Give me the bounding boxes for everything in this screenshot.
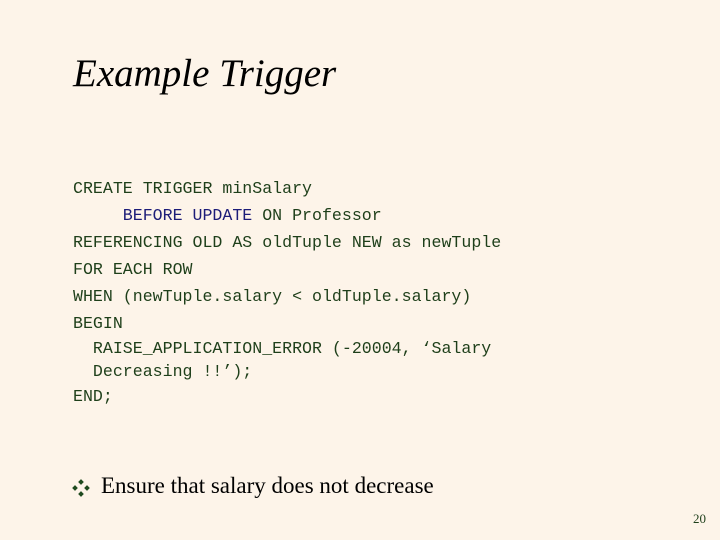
page-number: 20 [693,511,706,526]
code-line: CREATE TRIGGER minSalary [73,179,312,198]
code-line: FOR EACH ROW [73,260,193,279]
code-text: ON Professor [252,206,382,225]
code-line: REFERENCING OLD AS oldTuple NEW as newTu… [73,233,502,252]
code-line: BEFORE UPDATE ON Professor [73,202,501,229]
diamond-bullet-icon [72,479,90,497]
code-keyword-highlight: BEFORE UPDATE [122,206,253,225]
bullet-item: Ensure that salary does not decrease [72,473,434,499]
code-line: BEGIN [73,314,123,333]
code-line: WHEN (newTuple.salary < oldTuple.salary) [73,287,472,306]
slide-title: Example Trigger [73,52,337,95]
code-line: Decreasing !!’); [73,362,253,381]
sql-code-block: CREATE TRIGGER minSalary BEFORE UPDATE O… [73,175,501,410]
code-line: RAISE_APPLICATION_ERROR (-20004, ‘Salary [73,339,492,358]
bullet-text: Ensure that salary does not decrease [101,473,434,498]
code-line: END; [73,387,113,406]
